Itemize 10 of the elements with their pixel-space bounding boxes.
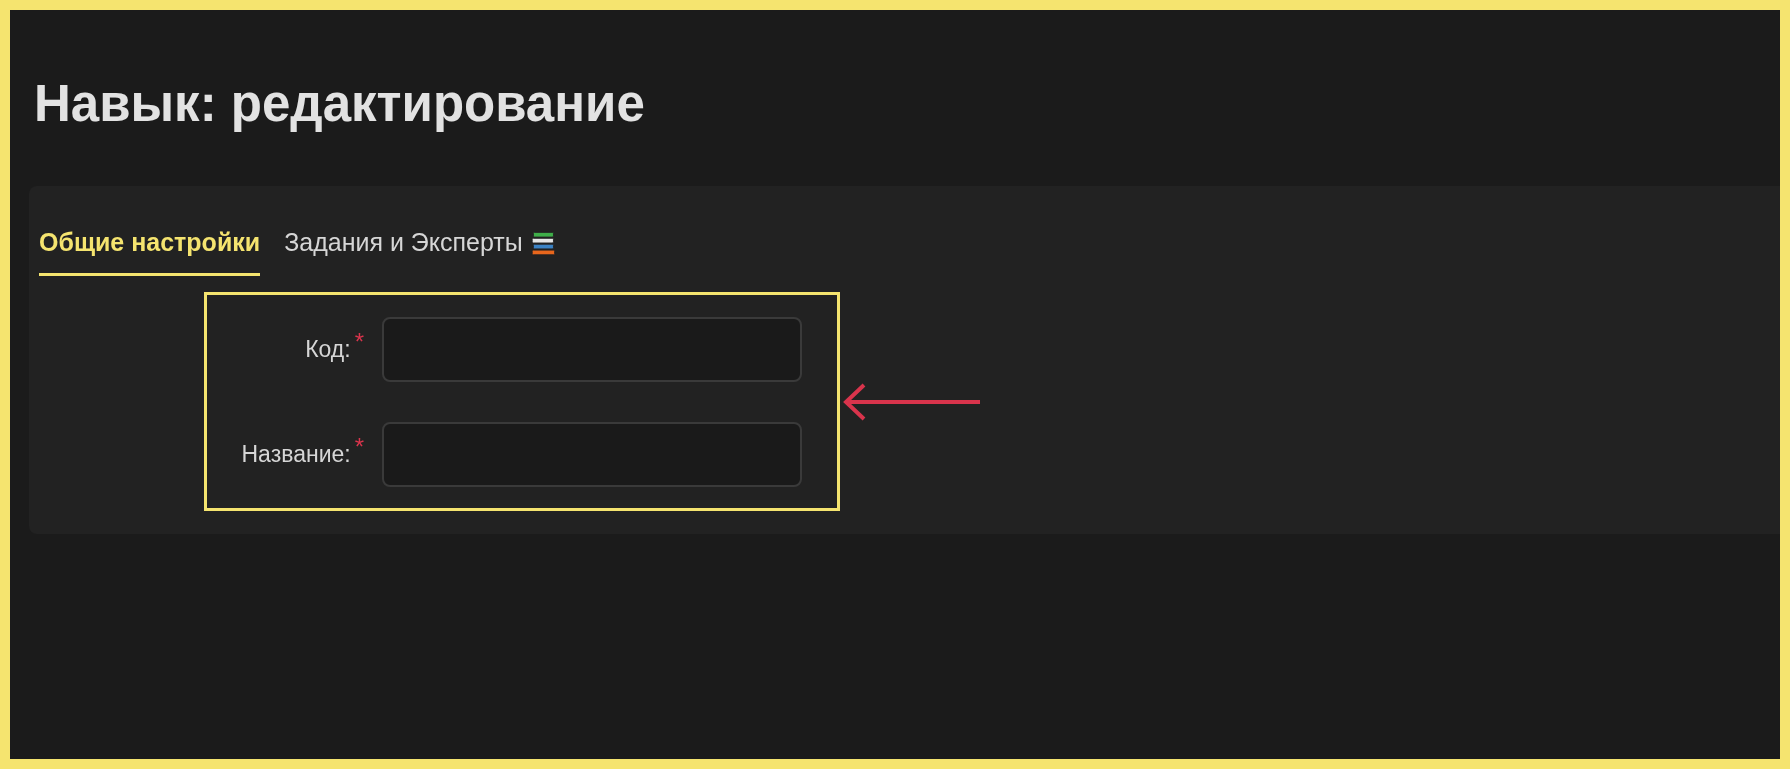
tab[interactable]: Задания и Эксперты: [284, 223, 557, 277]
tab[interactable]: Общие настройки: [39, 223, 261, 277]
page-title: Навык: редактирование: [34, 74, 645, 134]
input-field[interactable]: [382, 316, 802, 382]
input-field[interactable]: [382, 421, 802, 487]
required-mark: *: [354, 327, 364, 357]
field-label: Код:: [305, 335, 351, 364]
books-icon: [530, 229, 557, 256]
field-label: Название:: [241, 440, 351, 469]
required-mark: *: [354, 432, 364, 462]
